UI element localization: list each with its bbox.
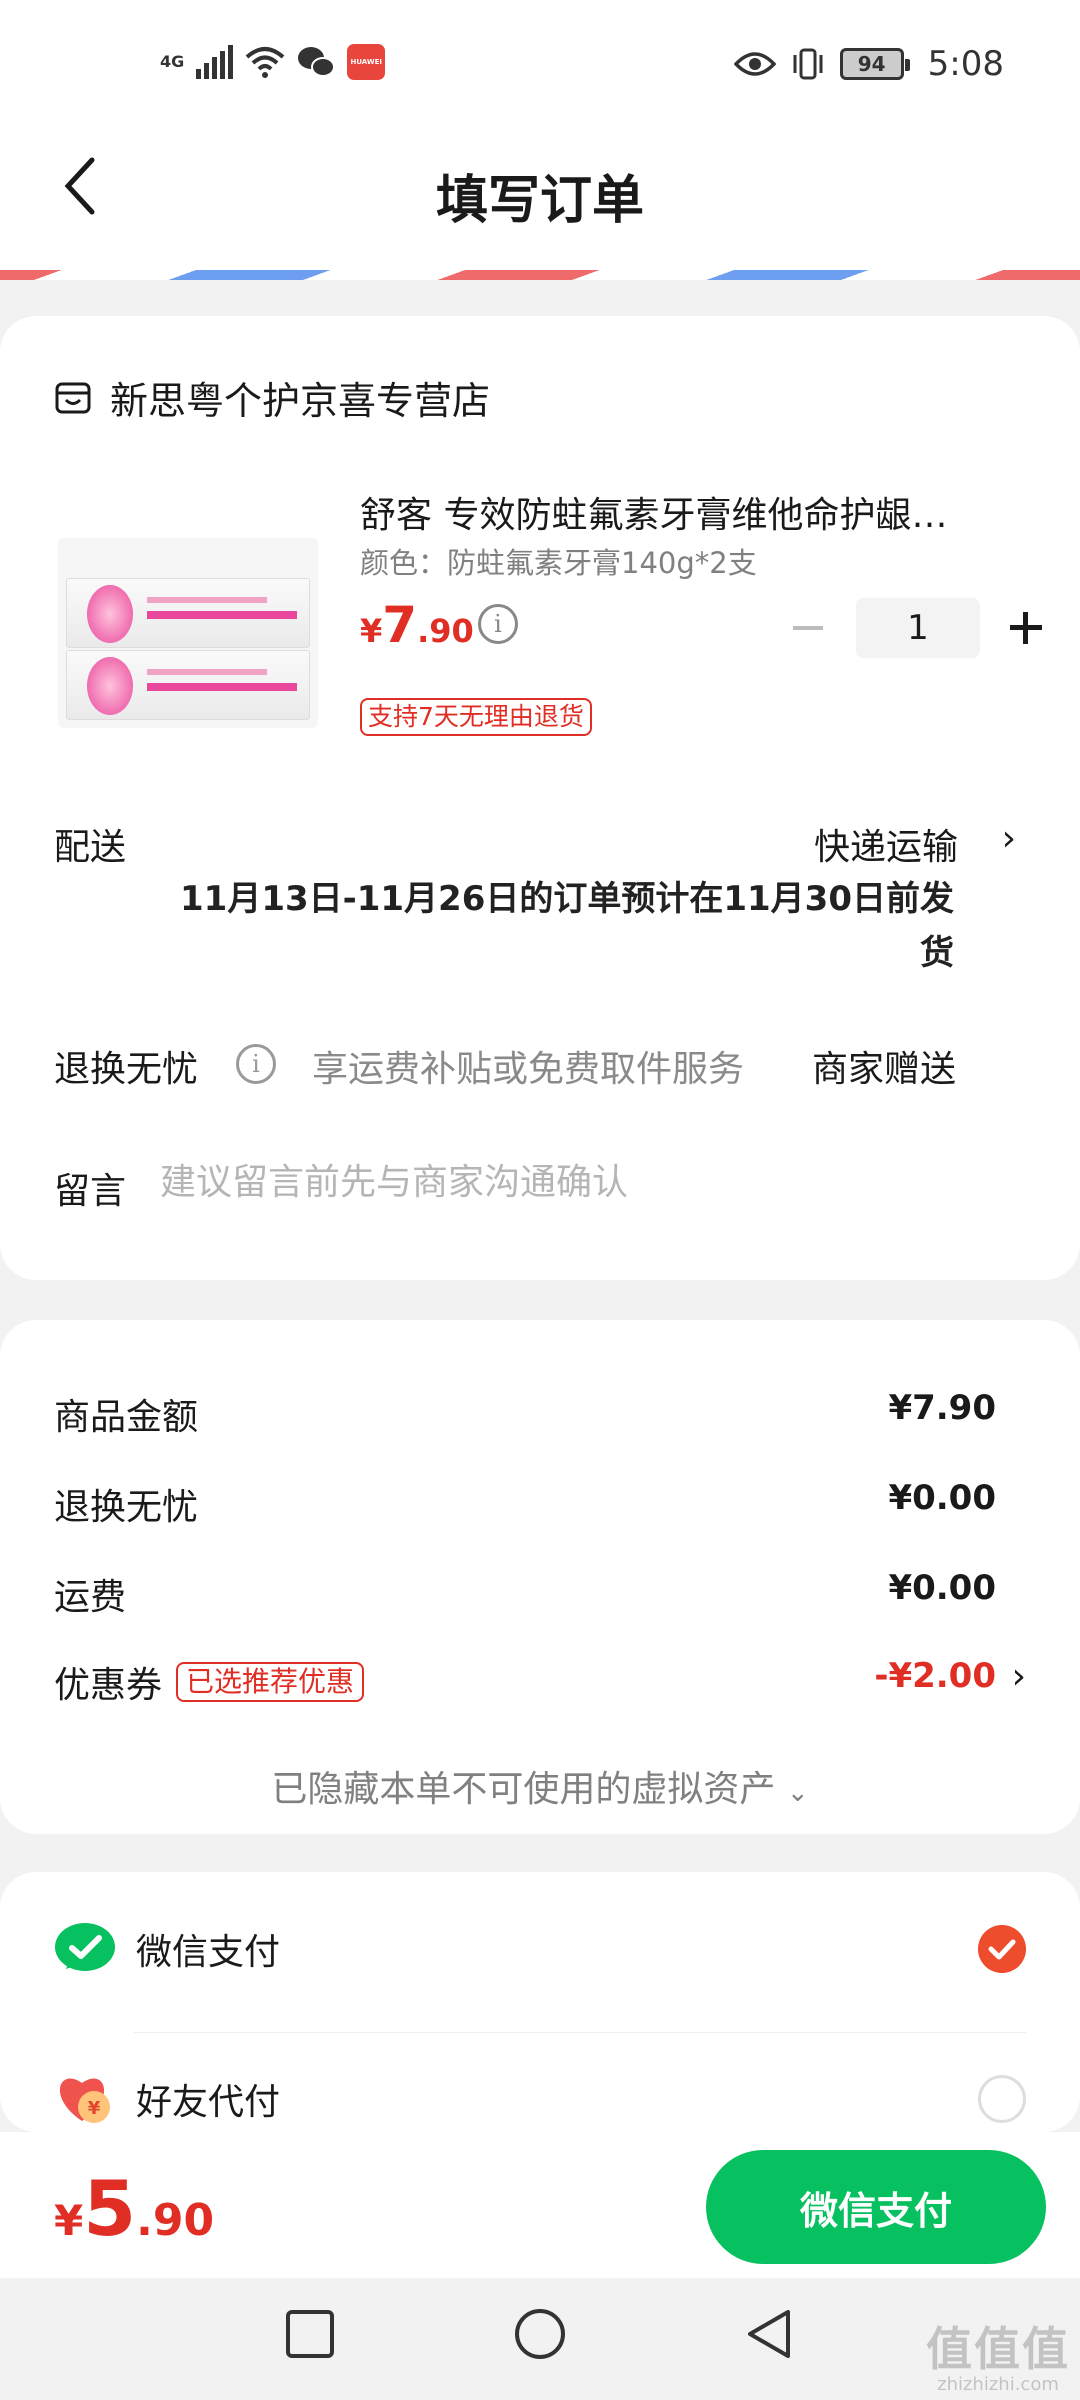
coupon-label: 优惠券 (54, 1665, 163, 1706)
wechat-notification-icon (298, 47, 336, 77)
payment-divider (134, 2032, 1026, 2033)
watermark-url: zhizhizhi.com (937, 2374, 1059, 2395)
store-header[interactable]: 新思粤个护京喜专营店 (54, 370, 490, 425)
delivery-chevron-icon[interactable]: › (1002, 818, 1016, 859)
eye-comfort-icon (733, 52, 776, 76)
friend-pay-radio[interactable] (978, 2075, 1026, 2123)
total-price: ¥ 5 .90 (54, 2164, 214, 2253)
chevron-down-icon: ⌄ (786, 1778, 809, 1808)
store-icon (55, 382, 91, 413)
payment-option-wechat[interactable]: 微信支付 (54, 1914, 1026, 1984)
goods-amount-value: ¥7.90 (888, 1388, 996, 1428)
watermark: 值值值 zhizhizhi.com (926, 2324, 1070, 2396)
coupon-left: 优惠券 已选推荐优惠 (54, 1656, 365, 1708)
battery-indicator: 94 (839, 48, 910, 80)
product-price: ¥ 7 .90 (360, 596, 474, 654)
price-currency: ¥ (360, 612, 383, 650)
product-spec[interactable]: 颜色：防蛀氟素牙膏140g*2支 (360, 540, 757, 582)
payment-option-friend[interactable]: ¥ 好友代付 (54, 2064, 1026, 2134)
page-title: 填写订单 (435, 171, 644, 231)
system-nav-bar: 值值值 zhizhizhi.com (0, 2278, 1080, 2400)
delivery-label: 配送 (54, 827, 127, 868)
price-decimal: .90 (417, 612, 474, 650)
product-name[interactable]: 舒客 专效防蛀氟素牙膏维他命护龈… (360, 486, 1010, 538)
delivery-estimate: 11月13日-11月26日的订单预计在11月30日前发货 (180, 879, 954, 973)
vibrate-icon (793, 48, 823, 80)
coupon-row[interactable]: 优惠券 已选推荐优惠 -¥2.00 (54, 1656, 996, 1708)
clock: 5:08 (927, 44, 1004, 84)
total-integer: 5 (83, 2164, 137, 2253)
wechat-pay-label: 微信支付 (136, 1932, 281, 1973)
total-currency: ¥ (54, 2196, 84, 2245)
quantity-stepper: 1 (786, 598, 1046, 658)
quantity-value[interactable]: 1 (856, 598, 980, 658)
decrease-quantity-button[interactable] (786, 600, 830, 656)
status-left: 4G HUAWEI (160, 44, 386, 80)
coupon-discount-value: -¥2.00 (874, 1656, 996, 1696)
wechat-pay-icon (55, 1923, 115, 1971)
price-info-icon[interactable]: i (478, 604, 518, 644)
return-service-label: 退换无忧 (54, 1049, 199, 1090)
checkout-bar: ¥ 5 .90 微信支付 (0, 2132, 1080, 2278)
return-fee-value: ¥0.00 (888, 1478, 996, 1518)
status-bar: 4G HUAWEI 94 5:08 (0, 0, 1080, 120)
increase-quantity-button[interactable] (1006, 608, 1046, 648)
minus-icon (793, 626, 823, 630)
network-type: 4G (160, 52, 185, 71)
return-service-value: 商家赠送 (811, 1049, 956, 1090)
home-circle-icon[interactable] (512, 2306, 568, 2362)
product-image[interactable] (58, 538, 318, 728)
payment-method-card: 微信支付 ¥ 好友代付 (0, 1872, 1080, 2132)
price-integer: 7 (382, 596, 418, 654)
svg-text:¥: ¥ (88, 2098, 101, 2119)
shipping-value: ¥0.00 (888, 1568, 996, 1608)
product-box-bottom (66, 650, 310, 720)
message-input[interactable] (160, 1162, 1000, 1203)
page-header: 填写订单 (0, 120, 1080, 250)
price-summary-card: 商品金额 ¥7.90 退换无忧 ¥0.00 运费 ¥0.00 优惠券 已选推荐优… (0, 1320, 1080, 1834)
product-box-top (66, 578, 310, 648)
wechat-pay-radio-checked[interactable] (978, 1925, 1026, 1973)
return-policy-badge: 支持7天无理由退货 (360, 698, 592, 736)
airmail-stripe (0, 270, 1080, 280)
hidden-assets-text: 已隐藏本单不可使用的虚拟资产 (271, 1769, 776, 1810)
return-fee-row: 退换无忧 ¥0.00 (54, 1478, 996, 1530)
signal-icon (196, 45, 234, 79)
total-decimal: .90 (136, 2195, 215, 2246)
wechat-pay-button[interactable]: 微信支付 (706, 2150, 1046, 2264)
friend-pay-label: 好友代付 (136, 2082, 281, 2123)
delivery-method[interactable]: 快递运输 (814, 818, 958, 870)
shipping-row: 运费 ¥0.00 (54, 1568, 996, 1620)
message-label: 留言 (54, 1171, 127, 1212)
back-triangle-icon[interactable] (742, 2306, 798, 2362)
friend-pay-heart-icon: ¥ (59, 2078, 110, 2123)
return-service-info-icon[interactable]: i (236, 1044, 276, 1084)
recent-apps-square-icon[interactable] (282, 2306, 338, 2362)
order-card: 新思粤个护京喜专营店 舒客 专效防蛀氟素牙膏维他命护龈… 颜色：防蛀氟素牙膏14… (0, 316, 1080, 1280)
goods-amount-label: 商品金额 (54, 1397, 199, 1438)
airmail-border-decoration (0, 250, 1080, 280)
shipping-label: 运费 (54, 1577, 127, 1618)
wifi-icon (245, 47, 285, 78)
status-right: 94 5:08 (733, 44, 1004, 84)
return-fee-label: 退换无忧 (54, 1487, 199, 1528)
huawei-app-icon: HUAWEI (347, 44, 386, 80)
coupon-recommended-badge: 已选推荐优惠 (176, 1662, 365, 1702)
coupon-chevron-icon[interactable]: › (1012, 1656, 1026, 1697)
store-name: 新思粤个护京喜专营店 (110, 379, 491, 423)
watermark-logo: 值值值 (926, 2322, 1070, 2376)
hidden-assets-toggle[interactable]: 已隐藏本单不可使用的虚拟资产 ⌄ (0, 1760, 1080, 1812)
return-service-desc: 享运费补贴或免费取件服务 (312, 1049, 745, 1090)
goods-amount-row: 商品金额 ¥7.90 (54, 1388, 996, 1440)
